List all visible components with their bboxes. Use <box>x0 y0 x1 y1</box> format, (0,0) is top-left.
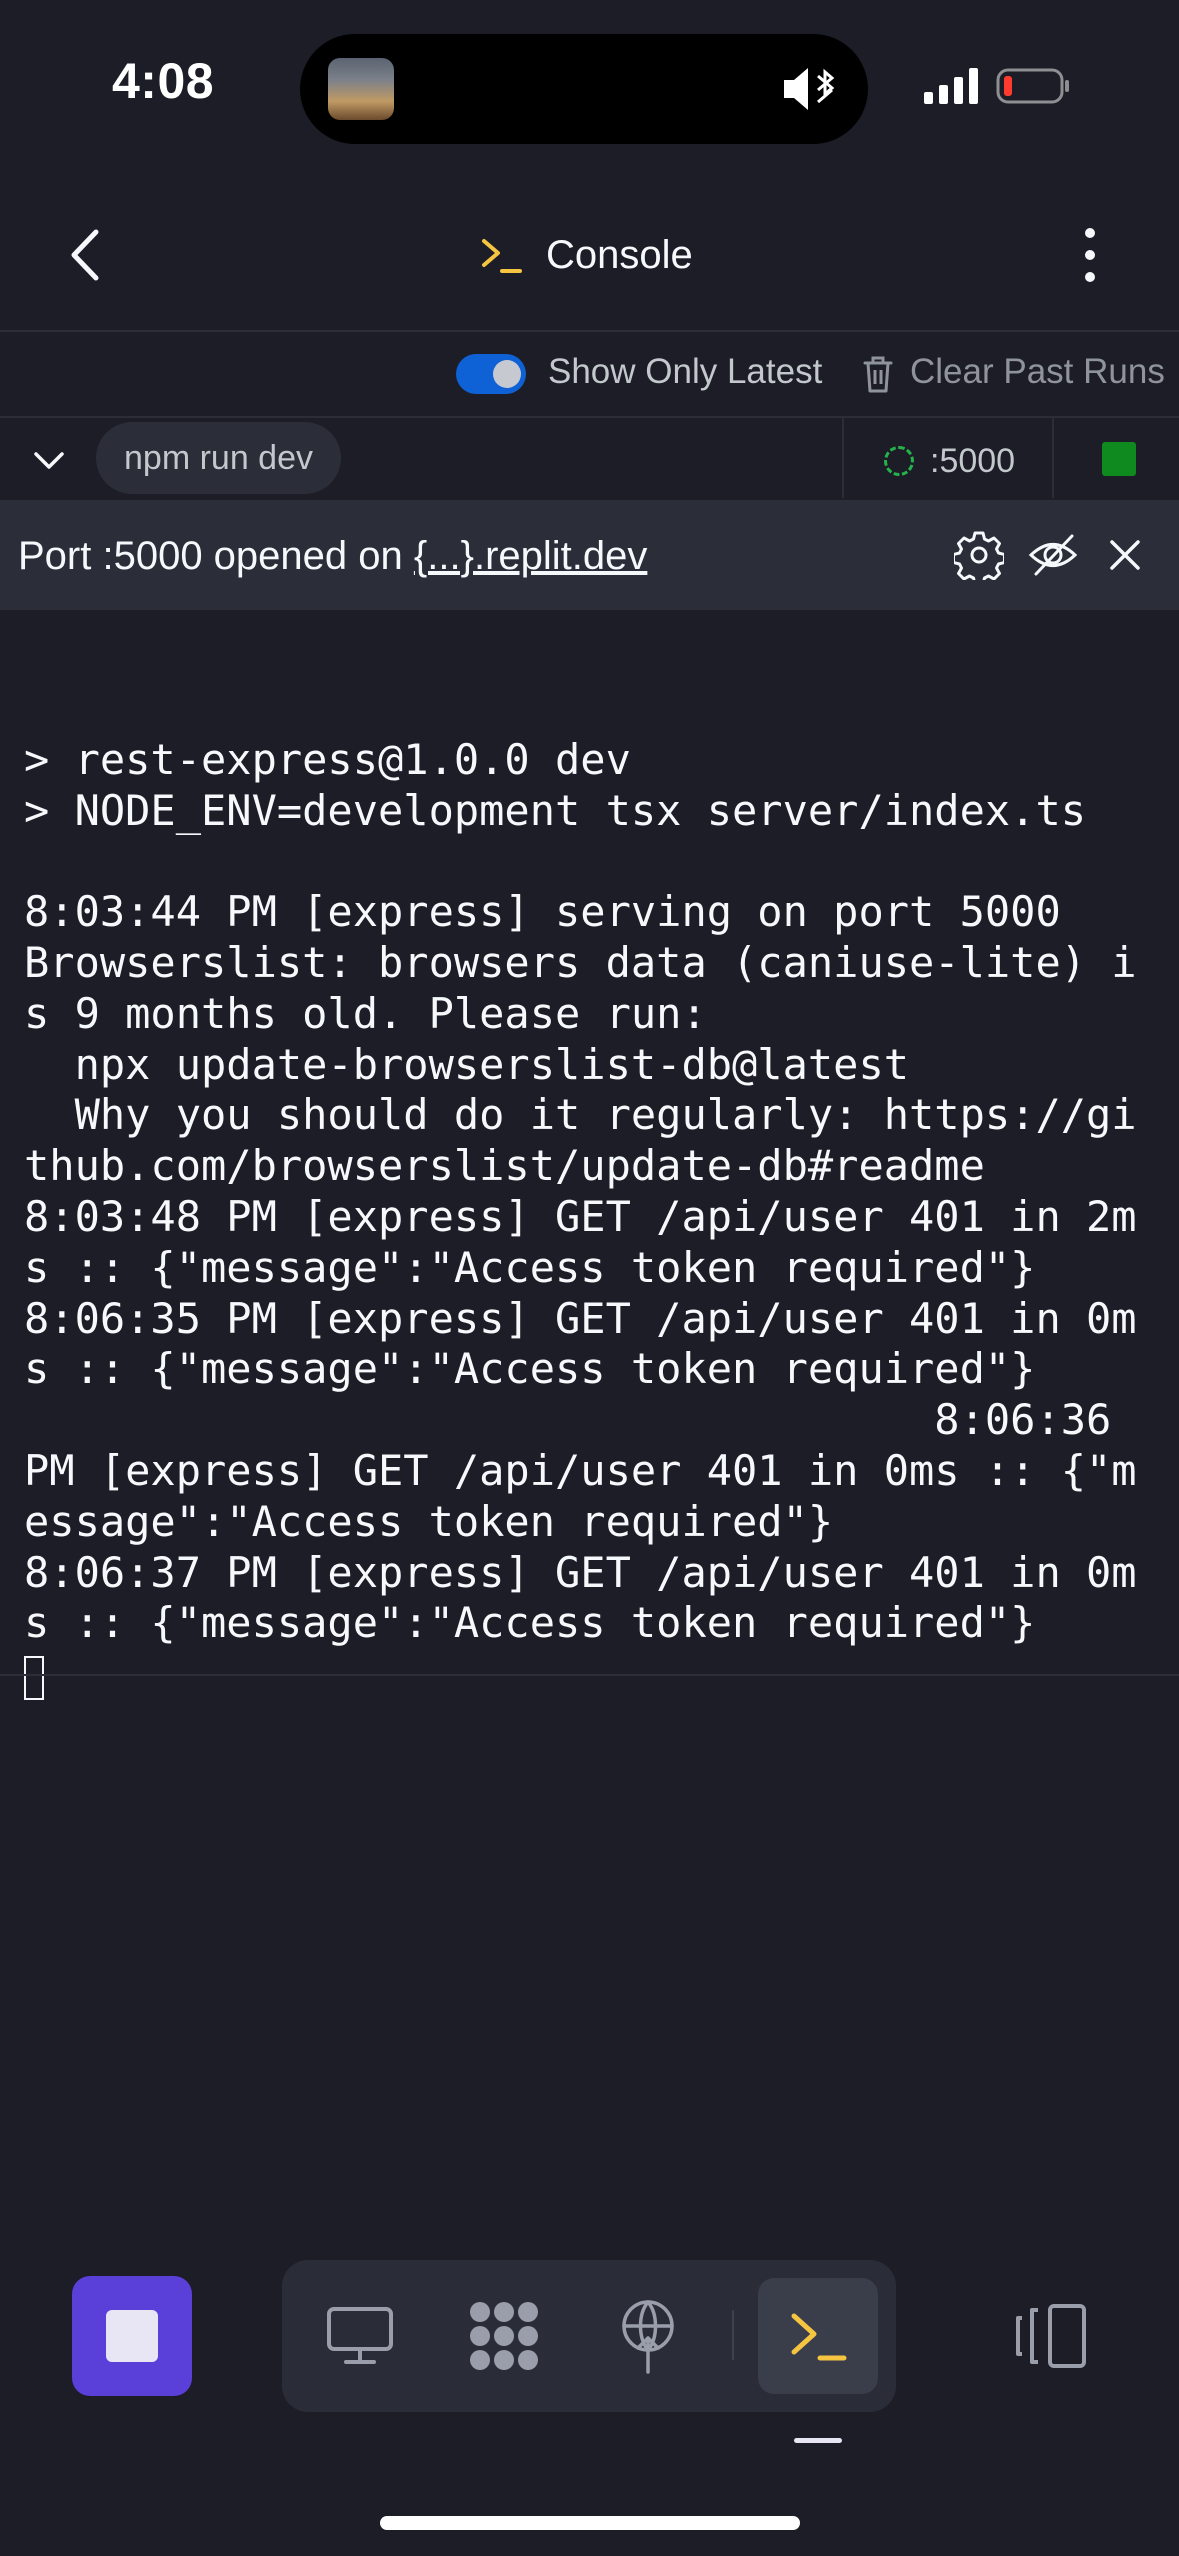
more-options-button[interactable] <box>1060 220 1120 290</box>
now-playing-thumbnail <box>328 58 394 120</box>
hide-icon[interactable] <box>1028 530 1078 580</box>
run-row-separator <box>1052 418 1054 498</box>
more-vertical-icon <box>1085 228 1095 282</box>
dev-url-link[interactable]: {...}.replit.dev <box>414 534 647 578</box>
port-indicator[interactable]: :5000 <box>884 436 1015 486</box>
port-banner-prefix: Port :5000 opened on <box>18 534 414 578</box>
console-line: 8:06:35 PM [express] GET /api/user 401 i… <box>24 1293 1137 1343</box>
mute-bluetooth-icon <box>784 68 835 110</box>
stop-run-button[interactable] <box>72 2276 192 2396</box>
console-line: s 9 months old. Please run: <box>24 988 707 1038</box>
header-divider <box>0 330 1179 332</box>
dynamic-island <box>300 34 868 144</box>
collapse-button[interactable] <box>26 438 72 484</box>
console-line: s :: {"message":"Access token required"} <box>24 1242 1036 1292</box>
console-line: 8:06:37 PM [express] GET /api/user 401 i… <box>24 1547 1137 1597</box>
close-icon[interactable] <box>1104 534 1146 576</box>
console-line: > NODE_ENV=development tsx server/index.… <box>24 785 1087 835</box>
console-line: > rest-express@1.0.0 dev <box>24 734 631 784</box>
console-line: PM [express] GET /api/user 401 in 0ms ::… <box>24 1445 1137 1495</box>
home-indicator <box>380 2516 800 2530</box>
active-tab-indicator <box>794 2438 842 2443</box>
status-time: 4:08 <box>112 53 215 109</box>
console-icon <box>791 2313 847 2361</box>
back-button[interactable] <box>50 218 120 292</box>
console-line: essage":"Access token required"} <box>24 1496 834 1546</box>
panels-icon[interactable] <box>1010 2300 1090 2372</box>
run-row-separator <box>842 418 844 498</box>
trash-icon[interactable] <box>862 354 894 394</box>
console-line: s :: {"message":"Access token required"} <box>24 1344 1036 1394</box>
run-command-tab[interactable]: npm run dev <box>96 422 341 494</box>
webview-tool-button[interactable] <box>320 2296 400 2376</box>
deploy-icon <box>622 2300 674 2374</box>
chevron-down-icon <box>34 452 64 469</box>
console-icon <box>482 239 522 273</box>
page-title: Console <box>546 232 693 277</box>
run-status-stop-button[interactable] <box>1102 442 1136 476</box>
console-output: > rest-express@1.0.0 dev > NODE_ENV=deve… <box>24 684 1164 1700</box>
toggle-knob <box>493 360 521 388</box>
console-line: Browserslist: browsers data (caniuse-lit… <box>24 937 1137 987</box>
packages-tool-button[interactable] <box>464 2296 544 2376</box>
back-chevron-icon <box>71 229 99 281</box>
deployments-tool-button[interactable] <box>608 2296 688 2376</box>
console-line: 8:06:36 <box>24 1395 1112 1445</box>
console-line: 8:03:44 PM [express] serving on port 500… <box>24 887 1061 937</box>
port-banner-text: Port :5000 opened on {...}.replit.dev <box>18 534 647 579</box>
show-only-latest-label: Show Only Latest <box>548 352 823 391</box>
console-line: npx update-browserslist-db@latest <box>24 1039 910 1089</box>
header-title-group: Console <box>480 222 693 288</box>
packages-icon <box>470 2302 538 2370</box>
monitor-icon <box>327 2307 393 2364</box>
terminal-cursor <box>24 1655 44 1700</box>
console-line: thub.com/browserslist/update-db#readme <box>24 1141 985 1191</box>
console-line: Why you should do it regularly: https://… <box>24 1090 1137 1140</box>
console-bottom-divider <box>0 1674 1179 1676</box>
console-line: s :: {"message":"Access token required"} <box>24 1598 1036 1648</box>
show-only-latest-toggle[interactable] <box>456 354 526 394</box>
battery-icon <box>996 68 1069 104</box>
dock-separator <box>732 2310 734 2360</box>
stop-icon <box>106 2310 158 2362</box>
cellular-signal-icon <box>924 68 978 104</box>
console-line: 8:03:48 PM [express] GET /api/user 401 i… <box>24 1191 1137 1241</box>
port-status-icon <box>884 446 914 476</box>
settings-icon[interactable] <box>954 530 1004 580</box>
port-label: :5000 <box>930 441 1016 480</box>
console-tool-button[interactable] <box>758 2278 878 2394</box>
clear-past-runs-button[interactable]: Clear Past Runs <box>910 352 1165 392</box>
